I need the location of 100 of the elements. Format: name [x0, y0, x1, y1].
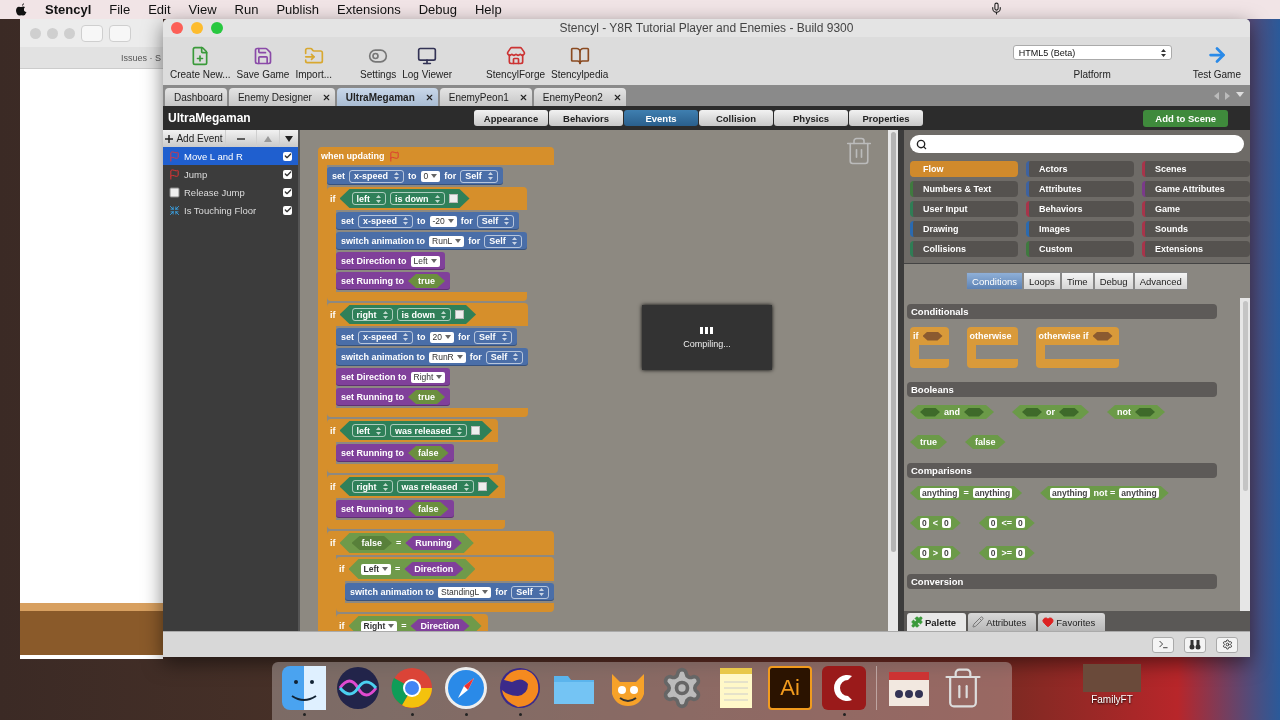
- document-tab[interactable]: EnemyPeon1: [439, 88, 532, 106]
- dropdown-field[interactable]: x-speed: [358, 330, 414, 344]
- scrollbar-thumb[interactable]: [890, 132, 896, 552]
- menu-item[interactable]: Publish: [276, 2, 320, 17]
- document-tab[interactable]: EnemyPeon2: [533, 88, 626, 106]
- input-slot[interactable]: 0: [920, 548, 929, 558]
- face-icon[interactable]: [282, 666, 326, 710]
- checkbox[interactable]: [283, 151, 292, 161]
- category-button[interactable]: Sounds: [1142, 221, 1250, 237]
- menu-item[interactable]: File: [109, 2, 131, 17]
- category-button[interactable]: Behaviors: [1026, 201, 1134, 217]
- menu-item[interactable]: Help: [474, 2, 502, 17]
- close-icon[interactable]: [518, 92, 528, 102]
- input-slot[interactable]: anything: [1119, 488, 1159, 498]
- input-slot[interactable]: 0: [920, 518, 929, 528]
- settings-button[interactable]: [1216, 636, 1238, 653]
- dropdown-field[interactable]: is down: [390, 192, 445, 205]
- event-item[interactable]: Jump: [163, 165, 298, 183]
- dropdown-field[interactable]: Self: [485, 350, 524, 364]
- input-slot[interactable]: 0: [942, 548, 951, 558]
- toolbar-button[interactable]: Import...: [292, 46, 336, 80]
- remove-button[interactable]: [226, 130, 256, 147]
- category-button[interactable]: Custom: [1026, 241, 1134, 257]
- mode-tab[interactable]: Behaviors: [549, 110, 623, 126]
- subcategory-tab[interactable]: Advanced: [1133, 272, 1188, 290]
- category-button[interactable]: Game Attributes: [1142, 181, 1250, 197]
- dropdown-field[interactable]: RunL: [429, 235, 465, 247]
- menu-item[interactable]: Stencyl: [45, 2, 92, 17]
- category-button[interactable]: Attributes: [1026, 181, 1134, 197]
- dropdown-field[interactable]: Self: [484, 234, 522, 248]
- globe-icon[interactable]: [498, 666, 542, 710]
- dropdown-field[interactable]: Self: [460, 169, 498, 183]
- dropdown-field[interactable]: left: [351, 192, 386, 205]
- empty-slot[interactable]: [448, 194, 458, 203]
- input-slot[interactable]: 0: [988, 518, 998, 528]
- category-button[interactable]: Numbers & Text: [910, 181, 1018, 197]
- mode-tab[interactable]: Events: [624, 110, 698, 126]
- category-button[interactable]: Scenes: [1142, 161, 1250, 177]
- compass-icon[interactable]: [444, 666, 488, 710]
- palette-block[interactable]: 0 > 0: [910, 546, 961, 560]
- dropdown-field[interactable]: was released: [396, 480, 474, 493]
- crescent-icon[interactable]: [822, 666, 866, 710]
- category-button[interactable]: Actors: [1026, 161, 1134, 177]
- event-item[interactable]: Release Jump: [163, 183, 298, 201]
- document-tab[interactable]: Enemy Designer: [228, 88, 335, 106]
- console-button[interactable]: [1152, 636, 1174, 653]
- menu-item[interactable]: Extensions: [337, 2, 401, 17]
- dropdown-field[interactable]: right: [351, 308, 393, 321]
- dropdown-field[interactable]: Left: [410, 255, 440, 267]
- subcategory-tab[interactable]: Debug: [1093, 272, 1134, 290]
- dropdown-field[interactable]: Right: [360, 620, 398, 631]
- toolbar-button[interactable]: Save Game: [233, 46, 293, 80]
- category-button[interactable]: Drawing: [910, 221, 1018, 237]
- app-tile[interactable]: Ai: [768, 666, 812, 710]
- category-button[interactable]: Extensions: [1142, 241, 1250, 257]
- subcategory-tab[interactable]: Time: [1060, 272, 1094, 290]
- search-field[interactable]: [910, 135, 1244, 153]
- palette-tab[interactable]: Palette: [907, 613, 967, 631]
- add-to-scene-button[interactable]: Add to Scene: [1143, 109, 1228, 127]
- subcategory-tab[interactable]: Loops: [1023, 272, 1061, 290]
- checkbox[interactable]: [283, 187, 292, 197]
- browser-tab[interactable]: Issues · S: [121, 52, 161, 63]
- event-item[interactable]: Move L and R: [163, 147, 298, 165]
- orb-icon[interactable]: [336, 666, 380, 710]
- scrollbar-thumb[interactable]: [1242, 301, 1248, 491]
- apple-icon[interactable]: [16, 3, 27, 16]
- dropdown-field[interactable]: Self: [511, 585, 549, 599]
- toolbar-button[interactable]: StencylForge: [483, 46, 548, 80]
- empty-slot[interactable]: [471, 426, 481, 435]
- dropdown-field[interactable]: x-speed: [349, 169, 405, 183]
- mode-tab[interactable]: Collision: [699, 110, 773, 126]
- palette-tab[interactable]: Favorites: [1038, 613, 1106, 631]
- document-tab[interactable]: UltraMegaman: [336, 88, 438, 106]
- dropdown-field[interactable]: RunR: [429, 351, 466, 363]
- input-slot[interactable]: 0: [1016, 548, 1025, 558]
- dropdown-field[interactable]: Self: [474, 330, 512, 344]
- document-tab[interactable]: Dashboard: [165, 88, 227, 106]
- menu-item[interactable]: Debug: [418, 2, 457, 17]
- dropdown-field[interactable]: 0: [420, 170, 441, 182]
- ring-icon[interactable]: [390, 666, 434, 710]
- dropdown-field[interactable]: left: [351, 424, 386, 437]
- palette-block[interactable]: anything not = anything: [1040, 486, 1169, 500]
- dropdown-field[interactable]: Right: [410, 371, 446, 383]
- toolbar-button[interactable]: Settings: [357, 46, 400, 80]
- binoculars-button[interactable]: [1184, 636, 1206, 653]
- dropdown-field[interactable]: Left: [360, 563, 392, 575]
- dropdown-field[interactable]: is down: [396, 308, 451, 321]
- input-slot[interactable]: 0: [942, 518, 951, 528]
- menu-item[interactable]: Run: [234, 2, 259, 17]
- toolbar-button[interactable]: Create New...: [167, 46, 234, 80]
- input-slot[interactable]: 0: [988, 548, 998, 558]
- input-slot[interactable]: anything: [1050, 488, 1090, 498]
- category-button[interactable]: Images: [1026, 221, 1134, 237]
- mode-tab[interactable]: Appearance: [474, 110, 548, 126]
- empty-slot[interactable]: [477, 482, 487, 491]
- event-item[interactable]: Is Touching Floor: [163, 201, 298, 219]
- checkbox[interactable]: [283, 205, 292, 215]
- category-button[interactable]: User Input: [910, 201, 1018, 217]
- category-button[interactable]: Game: [1142, 201, 1250, 217]
- checkbox[interactable]: [283, 169, 292, 179]
